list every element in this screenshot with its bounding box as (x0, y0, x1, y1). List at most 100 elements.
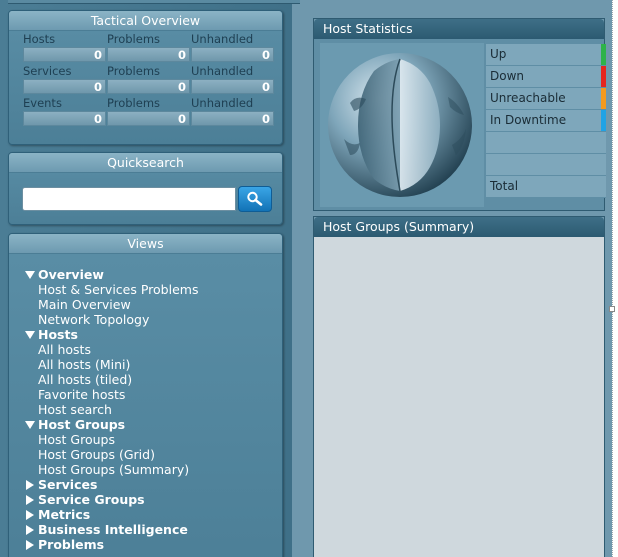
status-color-bar (601, 110, 606, 131)
triangle-down-icon[interactable] (24, 419, 38, 430)
tactical-unhandled-count[interactable]: 0 (191, 79, 274, 94)
quicksearch-widget: Quicksearch (8, 152, 283, 225)
host-stats-list: Up Down Unreachable In Downtime Total (486, 44, 606, 198)
triangle-right-icon[interactable] (24, 479, 38, 490)
resize-edge[interactable] (609, 0, 618, 557)
tactical-label[interactable]: Problems (107, 33, 190, 46)
tactical-total-count[interactable]: 0 (23, 47, 106, 62)
views-link[interactable]: All hosts (Mini) (24, 357, 282, 372)
views-section-label[interactable]: Hosts (38, 327, 78, 342)
host-stat-label[interactable]: In Downtime (490, 113, 566, 127)
views-link[interactable]: Network Topology (24, 312, 282, 327)
tactical-label[interactable]: Unhandled (191, 65, 274, 78)
tactical-label[interactable]: Services (23, 65, 106, 78)
views-section-label[interactable]: Host Groups (38, 417, 125, 432)
status-color-bar (601, 44, 606, 65)
host-stat-row[interactable]: Down (486, 66, 606, 88)
views-section-label[interactable]: Metrics (38, 507, 90, 522)
resize-handle[interactable] (609, 306, 615, 312)
host-statistics-body: Up Down Unreachable In Downtime Total (314, 39, 606, 210)
views-section: Hosts All hosts All hosts (Mini) All hosts … (24, 327, 282, 417)
tactical-cell: Services 0 (23, 65, 106, 94)
triangle-right-icon[interactable] (24, 539, 38, 550)
views-link[interactable]: Host search (24, 402, 282, 417)
views-section: Problems (24, 537, 282, 552)
host-stat-total-label: Total (490, 179, 519, 193)
tactical-label[interactable]: Events (23, 97, 106, 110)
triangle-right-icon[interactable] (24, 509, 38, 520)
quicksearch-title: Quicksearch (9, 153, 282, 173)
views-title: Views (9, 234, 282, 254)
views-link[interactable]: All hosts (24, 342, 282, 357)
host-stat-label[interactable]: Up (490, 47, 506, 61)
tactical-cell: Problems 0 (107, 65, 190, 94)
host-stat-row[interactable]: Up (486, 44, 606, 66)
quicksearch-input[interactable] (22, 187, 236, 211)
tactical-problems-count[interactable]: 0 (107, 47, 190, 62)
tactical-row: Events 0 Problems 0 Unhandled 0 (23, 97, 274, 129)
host-stat-row[interactable]: In Downtime (486, 110, 606, 132)
host-stat-row[interactable]: Unreachable (486, 88, 606, 110)
views-link[interactable]: All hosts (tiled) (24, 372, 282, 387)
views-section-header[interactable]: Overview (24, 267, 282, 282)
tactical-cell: Problems 0 (107, 33, 190, 62)
triangle-right-icon[interactable] (24, 494, 38, 505)
tactical-overview-title[interactable]: Tactical Overview (9, 11, 282, 31)
tactical-cell: Hosts 0 (23, 33, 106, 62)
views-section-label[interactable]: Service Groups (38, 492, 145, 507)
views-section-label[interactable]: Business Intelligence (38, 522, 188, 537)
host-stat-label[interactable]: Unreachable (490, 91, 566, 105)
tactical-total-count[interactable]: 0 (23, 79, 106, 94)
views-link[interactable]: Host & Services Problems (24, 282, 282, 297)
views-link[interactable]: Favorite hosts (24, 387, 282, 402)
views-widget: Views Overview Host & Services Problems Ma… (8, 233, 283, 557)
views-link[interactable]: Host Groups (Summary) (24, 462, 282, 477)
quicksearch-button[interactable] (238, 186, 272, 212)
views-section-header[interactable]: Service Groups (24, 492, 282, 507)
views-section: Services (24, 477, 282, 492)
tactical-label[interactable]: Unhandled (191, 97, 274, 110)
tactical-label[interactable]: Problems (107, 65, 190, 78)
tactical-label[interactable]: Problems (107, 97, 190, 110)
tactical-total-count[interactable]: 0 (23, 111, 106, 126)
views-link[interactable]: Main Overview (24, 297, 282, 312)
tactical-row: Services 0 Problems 0 Unhandled 0 (23, 65, 274, 97)
views-section: Overview Host & Services Problems Main Ove… (24, 267, 282, 327)
host-groups-summary-title: Host Groups (Summary) (314, 217, 604, 237)
triangle-down-icon[interactable] (24, 269, 38, 280)
sidebar-top-edge (8, 0, 300, 4)
tactical-unhandled-count[interactable]: 0 (191, 111, 274, 126)
views-link[interactable]: Host Groups (Grid) (24, 447, 282, 462)
tactical-cell: Unhandled 0 (191, 97, 274, 126)
views-section-header[interactable]: Metrics (24, 507, 282, 522)
tactical-grid: Hosts 0 Problems 0 Unhandled 0 Services 0 Proble… (9, 31, 282, 129)
views-section-header[interactable]: Hosts (24, 327, 282, 342)
tactical-problems-count[interactable]: 0 (107, 111, 190, 126)
tactical-overview-widget: Tactical Overview Hosts 0 Problems 0 Unhandl… (8, 10, 283, 145)
views-section-header[interactable]: Problems (24, 537, 282, 552)
tactical-label[interactable]: Unhandled (191, 33, 274, 46)
triangle-right-icon[interactable] (24, 524, 38, 535)
host-statistics-panel: Host Statistics Up Down Unreachable In D… (313, 18, 606, 211)
host-stat-total-row: Total (486, 176, 606, 198)
host-stat-label[interactable]: Down (490, 69, 524, 83)
views-section-header[interactable]: Business Intelligence (24, 522, 282, 537)
tactical-problems-count[interactable]: 0 (107, 79, 190, 94)
views-section: Metrics (24, 507, 282, 522)
views-section-label[interactable]: Services (38, 477, 97, 492)
tactical-unhandled-count[interactable]: 0 (191, 47, 274, 62)
views-section-header[interactable]: Host Groups (24, 417, 282, 432)
tactical-label[interactable]: Hosts (23, 33, 106, 46)
views-section-label[interactable]: Overview (38, 267, 104, 282)
globe-image (320, 43, 484, 207)
host-groups-summary-panel: Host Groups (Summary) (313, 216, 605, 557)
views-link[interactable]: Host Groups (24, 432, 282, 447)
views-section-header[interactable]: Services (24, 477, 282, 492)
globe-icon (328, 53, 472, 197)
views-section-label[interactable]: Problems (38, 537, 104, 552)
status-color-bar (601, 66, 606, 87)
host-stat-empty-row (486, 132, 606, 154)
triangle-down-icon[interactable] (24, 329, 38, 340)
main-content: Host Statistics Up Down Unreachable In D… (306, 0, 612, 557)
tactical-cell: Unhandled 0 (191, 33, 274, 62)
